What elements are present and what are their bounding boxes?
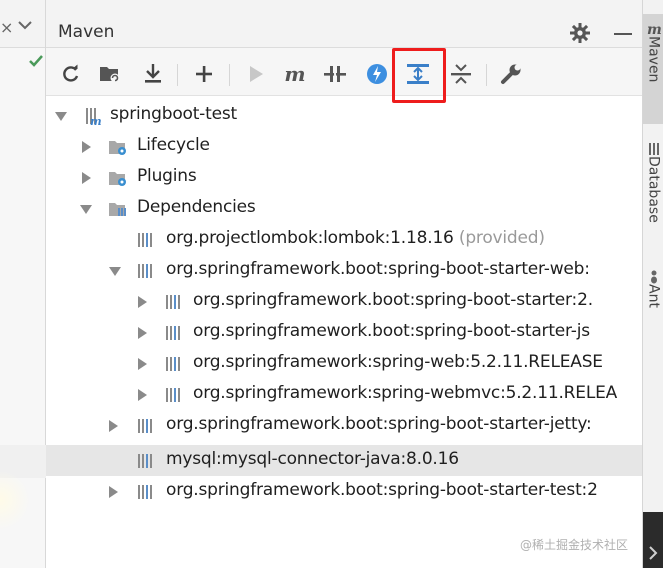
execute-goal-icon[interactable]: m bbox=[283, 62, 307, 86]
tree-row-dependency-selected[interactable]: mysql:mysql-connector-java:8.0.16 bbox=[46, 445, 642, 476]
tree-row-dependency[interactable]: org.springframework.boot:spring-boot-sta… bbox=[46, 476, 642, 507]
chevron-right-icon bbox=[649, 546, 658, 560]
tree-row-plugins[interactable]: Plugins bbox=[46, 162, 642, 193]
wrench-icon[interactable] bbox=[499, 62, 523, 86]
download-sources-icon[interactable] bbox=[141, 62, 165, 86]
tree-row-dependency[interactable]: org.springframework.boot:spring-boot-sta… bbox=[46, 286, 642, 317]
maven-title-bar: Maven bbox=[46, 0, 642, 48]
expand-arrow-icon[interactable] bbox=[109, 486, 118, 498]
library-icon bbox=[166, 295, 180, 309]
show-dependencies-icon[interactable] bbox=[406, 62, 430, 86]
folder-library-icon bbox=[109, 203, 126, 216]
toggle-offline-icon[interactable] bbox=[323, 62, 347, 86]
svg-text:m: m bbox=[90, 115, 102, 126]
maven-tab-icon: m bbox=[647, 22, 661, 36]
tree-row-dependency[interactable]: org.springframework.boot:spring-boot-sta… bbox=[46, 317, 642, 348]
tab-database[interactable]: Database bbox=[643, 136, 663, 246]
left-panel-fragment: × bbox=[0, 0, 46, 568]
tree-row-dependencies[interactable]: Dependencies bbox=[46, 193, 642, 224]
tree-row-dependency[interactable]: org.springframework:spring-webmvc:5.2.11… bbox=[46, 379, 642, 410]
tab-maven[interactable]: m Maven bbox=[643, 14, 663, 124]
library-icon bbox=[166, 326, 180, 340]
maven-tool-window: Maven m m springboot-test Lifecycle Plug… bbox=[46, 0, 642, 568]
folder-gear-icon bbox=[109, 141, 126, 155]
tree-row-lifecycle[interactable]: Lifecycle bbox=[46, 131, 642, 162]
close-icon[interactable]: × bbox=[0, 18, 13, 37]
tab-maven-label: Maven bbox=[645, 36, 662, 83]
tab-ant[interactable]: Ant bbox=[643, 264, 663, 334]
panel-title: Maven bbox=[58, 22, 115, 42]
generate-sources-icon[interactable] bbox=[98, 62, 122, 86]
expand-arrow-icon[interactable] bbox=[138, 296, 147, 308]
library-icon bbox=[138, 485, 152, 499]
tab-ant-label: Ant bbox=[645, 284, 662, 308]
dependency-scope: (provided) bbox=[458, 228, 545, 248]
expand-arrow-icon[interactable] bbox=[138, 389, 147, 401]
reload-all-icon[interactable] bbox=[59, 62, 83, 86]
dependency-coordinates: org.springframework.boot:spring-boot-sta… bbox=[193, 321, 590, 341]
watermark: @稀土掘金技术社区 bbox=[520, 538, 629, 552]
expand-arrow-icon[interactable] bbox=[55, 112, 67, 121]
expand-arrow-icon[interactable] bbox=[82, 172, 91, 184]
maven-toolbar: m bbox=[46, 48, 642, 103]
library-icon bbox=[166, 388, 180, 402]
database-tab-icon bbox=[648, 143, 659, 155]
checkmark-icon bbox=[29, 55, 43, 67]
dependency-coordinates: org.springframework.boot:spring-boot-sta… bbox=[166, 414, 592, 434]
ant-tab-icon bbox=[650, 270, 657, 284]
dependency-label: org.projectlombok:lombok:1.18.16 (provid… bbox=[166, 228, 545, 248]
expand-arrow-icon[interactable] bbox=[109, 420, 118, 432]
expand-arrow-icon[interactable] bbox=[138, 327, 147, 339]
maven-project-icon: m bbox=[86, 108, 102, 126]
library-icon bbox=[138, 233, 152, 247]
expand-arrow-icon[interactable] bbox=[80, 205, 92, 214]
tree-row-dependency[interactable]: org.springframework.boot:spring-boot-sta… bbox=[46, 255, 642, 286]
dependency-coordinates: org.springframework.boot:spring-boot-sta… bbox=[166, 480, 598, 500]
run-icon[interactable] bbox=[244, 62, 268, 86]
dependency-coordinates: mysql:mysql-connector-java:8.0.16 bbox=[166, 449, 459, 469]
dependency-coordinates: org.springframework:spring-webmvc:5.2.11… bbox=[193, 383, 618, 403]
library-icon bbox=[138, 264, 152, 278]
expand-arrow-icon[interactable] bbox=[109, 267, 121, 276]
chevron-down-icon[interactable] bbox=[18, 20, 32, 30]
tree-row-dependency[interactable]: org.springframework.boot:spring-boot-sta… bbox=[46, 410, 642, 441]
dependency-coordinates: org.springframework.boot:spring-boot-sta… bbox=[193, 290, 593, 310]
tree-row-project[interactable]: m springboot-test bbox=[46, 100, 642, 131]
folder-gear-icon bbox=[109, 172, 126, 186]
project-name: springboot-test bbox=[110, 104, 237, 124]
left-panel-glow bbox=[0, 470, 30, 530]
dependency-coordinates: org.projectlombok:lombok:1.18.16 bbox=[166, 228, 454, 248]
library-icon bbox=[138, 419, 152, 433]
library-icon bbox=[138, 454, 152, 468]
skip-tests-icon[interactable] bbox=[365, 62, 389, 86]
add-project-icon[interactable] bbox=[192, 62, 216, 86]
left-panel-header: × bbox=[0, 0, 45, 48]
minimize-icon[interactable] bbox=[614, 33, 632, 35]
expand-arrow-icon[interactable] bbox=[82, 141, 91, 153]
dependencies-label: Dependencies bbox=[137, 197, 256, 217]
library-icon bbox=[166, 357, 180, 371]
tree-row-dependency[interactable]: org.projectlombok:lombok:1.18.16 (provid… bbox=[46, 224, 642, 255]
toolbar-separator bbox=[229, 64, 230, 86]
toolbar-separator bbox=[486, 64, 487, 86]
toolbar-separator bbox=[177, 64, 178, 86]
dependency-coordinates: org.springframework:spring-web:5.2.11.RE… bbox=[193, 352, 603, 372]
collapse-all-icon[interactable] bbox=[449, 62, 473, 86]
dependency-coordinates: org.springframework.boot:spring-boot-sta… bbox=[166, 259, 590, 279]
plugins-label: Plugins bbox=[137, 166, 197, 186]
svg-text:m: m bbox=[647, 22, 661, 36]
gear-icon[interactable] bbox=[569, 22, 591, 44]
tab-database-label: Database bbox=[645, 156, 662, 223]
bottom-corner-widget[interactable] bbox=[643, 512, 663, 568]
tree-row-dependency[interactable]: org.springframework:spring-web:5.2.11.RE… bbox=[46, 348, 642, 379]
lifecycle-label: Lifecycle bbox=[137, 135, 210, 155]
right-tool-strip: m Maven Database Ant bbox=[642, 0, 663, 568]
expand-arrow-icon[interactable] bbox=[138, 358, 147, 370]
